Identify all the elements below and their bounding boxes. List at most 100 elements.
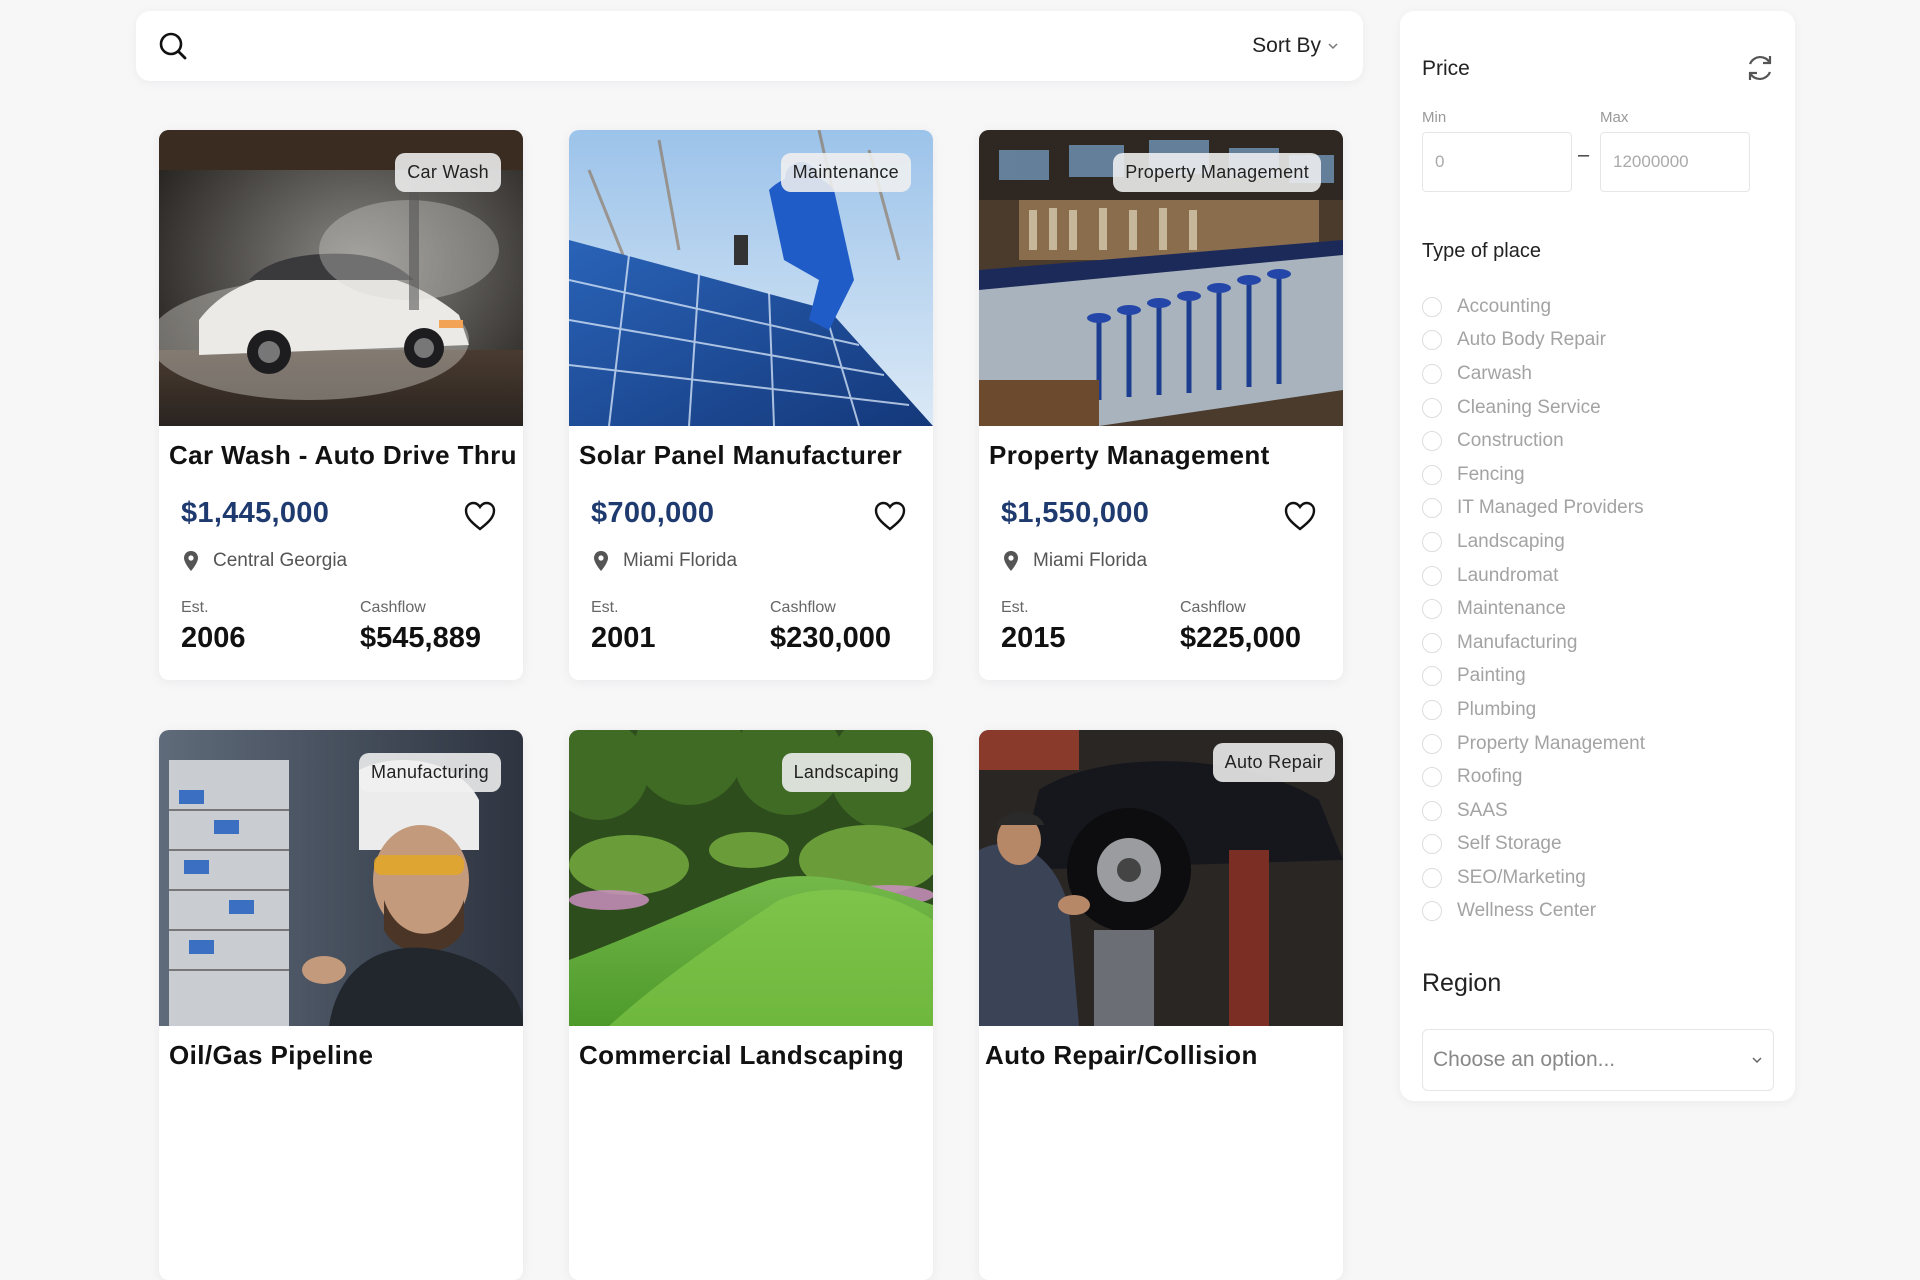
radio-button[interactable] bbox=[1422, 901, 1442, 922]
listing-card[interactable]: Car Wash Car Wash - Auto Drive Thru $1,4… bbox=[159, 130, 523, 680]
category-badge: Car Wash bbox=[395, 153, 501, 192]
type-option[interactable]: Manufacturing bbox=[1422, 626, 1645, 660]
type-option[interactable]: Auto Body Repair bbox=[1422, 324, 1645, 358]
type-option[interactable]: Accounting bbox=[1422, 290, 1645, 324]
type-option-label: SAAS bbox=[1457, 799, 1508, 821]
radio-button[interactable] bbox=[1422, 699, 1442, 720]
listing-title[interactable]: Property Management bbox=[989, 440, 1335, 471]
category-badge: Landscaping bbox=[781, 753, 911, 792]
heart-icon[interactable] bbox=[463, 500, 497, 532]
type-option-label: Cleaning Service bbox=[1457, 396, 1601, 418]
type-option-label: Wellness Center bbox=[1457, 900, 1597, 922]
type-option[interactable]: SEO/Marketing bbox=[1422, 861, 1645, 895]
radio-button[interactable] bbox=[1422, 296, 1442, 317]
listing-card[interactable]: Auto Repair Auto Repair/Collision bbox=[979, 730, 1343, 1280]
radio-button[interactable] bbox=[1422, 800, 1442, 821]
region-select[interactable]: Choose an option... bbox=[1422, 1029, 1774, 1091]
sort-by-label: Sort By bbox=[1252, 34, 1321, 57]
search-bar: Sort By bbox=[136, 11, 1363, 81]
type-option[interactable]: SAAS bbox=[1422, 794, 1645, 828]
type-option[interactable]: Cleaning Service bbox=[1422, 391, 1645, 425]
est-label: Est. bbox=[591, 599, 619, 616]
heart-icon[interactable] bbox=[873, 500, 907, 532]
type-option[interactable]: Fencing bbox=[1422, 458, 1645, 492]
location-text: Central Georgia bbox=[213, 550, 348, 571]
type-option[interactable]: Carwash bbox=[1422, 357, 1645, 391]
location-pin-icon bbox=[594, 551, 608, 571]
type-option[interactable]: Wellness Center bbox=[1422, 895, 1645, 929]
category-badge: Maintenance bbox=[780, 153, 911, 192]
radio-button[interactable] bbox=[1422, 834, 1442, 855]
radio-button[interactable] bbox=[1422, 363, 1442, 384]
radio-button[interactable] bbox=[1422, 632, 1442, 653]
listing-card[interactable]: Manufacturing Oil/Gas Pipeline bbox=[159, 730, 523, 1280]
refresh-icon[interactable] bbox=[1743, 51, 1777, 85]
radio-button[interactable] bbox=[1422, 397, 1442, 418]
listing-title[interactable]: Car Wash - Auto Drive Thru bbox=[169, 440, 517, 471]
location-text: Miami Florida bbox=[1033, 550, 1148, 571]
type-option[interactable]: Roofing bbox=[1422, 760, 1645, 794]
type-option[interactable]: Painting bbox=[1422, 660, 1645, 694]
type-option-label: Auto Body Repair bbox=[1457, 329, 1606, 351]
type-option[interactable]: Property Management bbox=[1422, 727, 1645, 761]
est-value: 2001 bbox=[591, 622, 656, 654]
type-option[interactable]: Maintenance bbox=[1422, 592, 1645, 626]
listing-card[interactable]: Maintenance Solar Panel Manufacturer $70… bbox=[569, 130, 933, 680]
listing-location: Miami Florida bbox=[1003, 550, 1147, 572]
radio-button[interactable] bbox=[1422, 733, 1442, 754]
type-option[interactable]: Laundromat bbox=[1422, 559, 1645, 593]
listing-location: Central Georgia bbox=[183, 550, 347, 572]
radio-button[interactable] bbox=[1422, 666, 1442, 687]
cashflow-value: $230,000 bbox=[770, 622, 891, 654]
heart-icon[interactable] bbox=[1283, 500, 1317, 532]
type-option[interactable]: IT Managed Providers bbox=[1422, 492, 1645, 526]
max-price-label: Max bbox=[1600, 109, 1629, 126]
type-option-label: Fencing bbox=[1457, 463, 1525, 485]
listing-title[interactable]: Solar Panel Manufacturer bbox=[579, 440, 925, 471]
radio-button[interactable] bbox=[1422, 330, 1442, 351]
listing-title[interactable]: Auto Repair/Collision bbox=[985, 1040, 1335, 1071]
type-option-label: Property Management bbox=[1457, 732, 1645, 754]
search-icon[interactable] bbox=[156, 29, 190, 63]
filter-panel: Price Min Max – Type of place Accounting… bbox=[1400, 11, 1795, 1101]
chevron-down-icon bbox=[1752, 1057, 1762, 1064]
min-price-label: Min bbox=[1422, 109, 1447, 126]
listing-title[interactable]: Commercial Landscaping bbox=[579, 1040, 925, 1071]
type-option-label: Landscaping bbox=[1457, 530, 1565, 552]
region-placeholder: Choose an option... bbox=[1433, 1048, 1616, 1071]
listing-price: $1,445,000 bbox=[181, 497, 330, 529]
location-pin-icon bbox=[184, 551, 198, 571]
radio-button[interactable] bbox=[1422, 867, 1442, 888]
listing-card[interactable]: Property Management Property Management … bbox=[979, 130, 1343, 680]
category-badge: Auto Repair bbox=[1212, 743, 1335, 782]
est-value: 2006 bbox=[181, 622, 246, 654]
radio-button[interactable] bbox=[1422, 498, 1442, 519]
type-option[interactable]: Construction bbox=[1422, 424, 1645, 458]
listing-title[interactable]: Oil/Gas Pipeline bbox=[169, 1040, 515, 1071]
radio-button[interactable] bbox=[1422, 431, 1442, 452]
sort-by-dropdown[interactable]: Sort By bbox=[1252, 34, 1339, 58]
type-option[interactable]: Self Storage bbox=[1422, 828, 1645, 862]
type-option[interactable]: Plumbing bbox=[1422, 693, 1645, 727]
listing-card[interactable]: Landscaping Commercial Landscaping bbox=[569, 730, 933, 1280]
type-option[interactable]: Landscaping bbox=[1422, 525, 1645, 559]
type-option-label: SEO/Marketing bbox=[1457, 866, 1586, 888]
radio-button[interactable] bbox=[1422, 565, 1442, 586]
type-option-label: Carwash bbox=[1457, 362, 1532, 384]
max-price-input[interactable] bbox=[1600, 132, 1750, 192]
type-option-label: Self Storage bbox=[1457, 833, 1562, 855]
radio-button[interactable] bbox=[1422, 767, 1442, 788]
range-dash: – bbox=[1578, 144, 1590, 166]
type-option-label: Laundromat bbox=[1457, 564, 1559, 586]
type-option-label: Manufacturing bbox=[1457, 631, 1578, 653]
radio-button[interactable] bbox=[1422, 464, 1442, 485]
min-price-input[interactable] bbox=[1422, 132, 1572, 192]
radio-button[interactable] bbox=[1422, 599, 1442, 620]
radio-button[interactable] bbox=[1422, 531, 1442, 552]
listing-price: $1,550,000 bbox=[1001, 497, 1150, 529]
category-badge: Manufacturing bbox=[359, 753, 501, 792]
category-badge: Property Management bbox=[1113, 153, 1321, 192]
price-filter-title: Price bbox=[1422, 57, 1470, 80]
location-text: Miami Florida bbox=[623, 550, 738, 571]
type-option-label: Roofing bbox=[1457, 766, 1523, 788]
